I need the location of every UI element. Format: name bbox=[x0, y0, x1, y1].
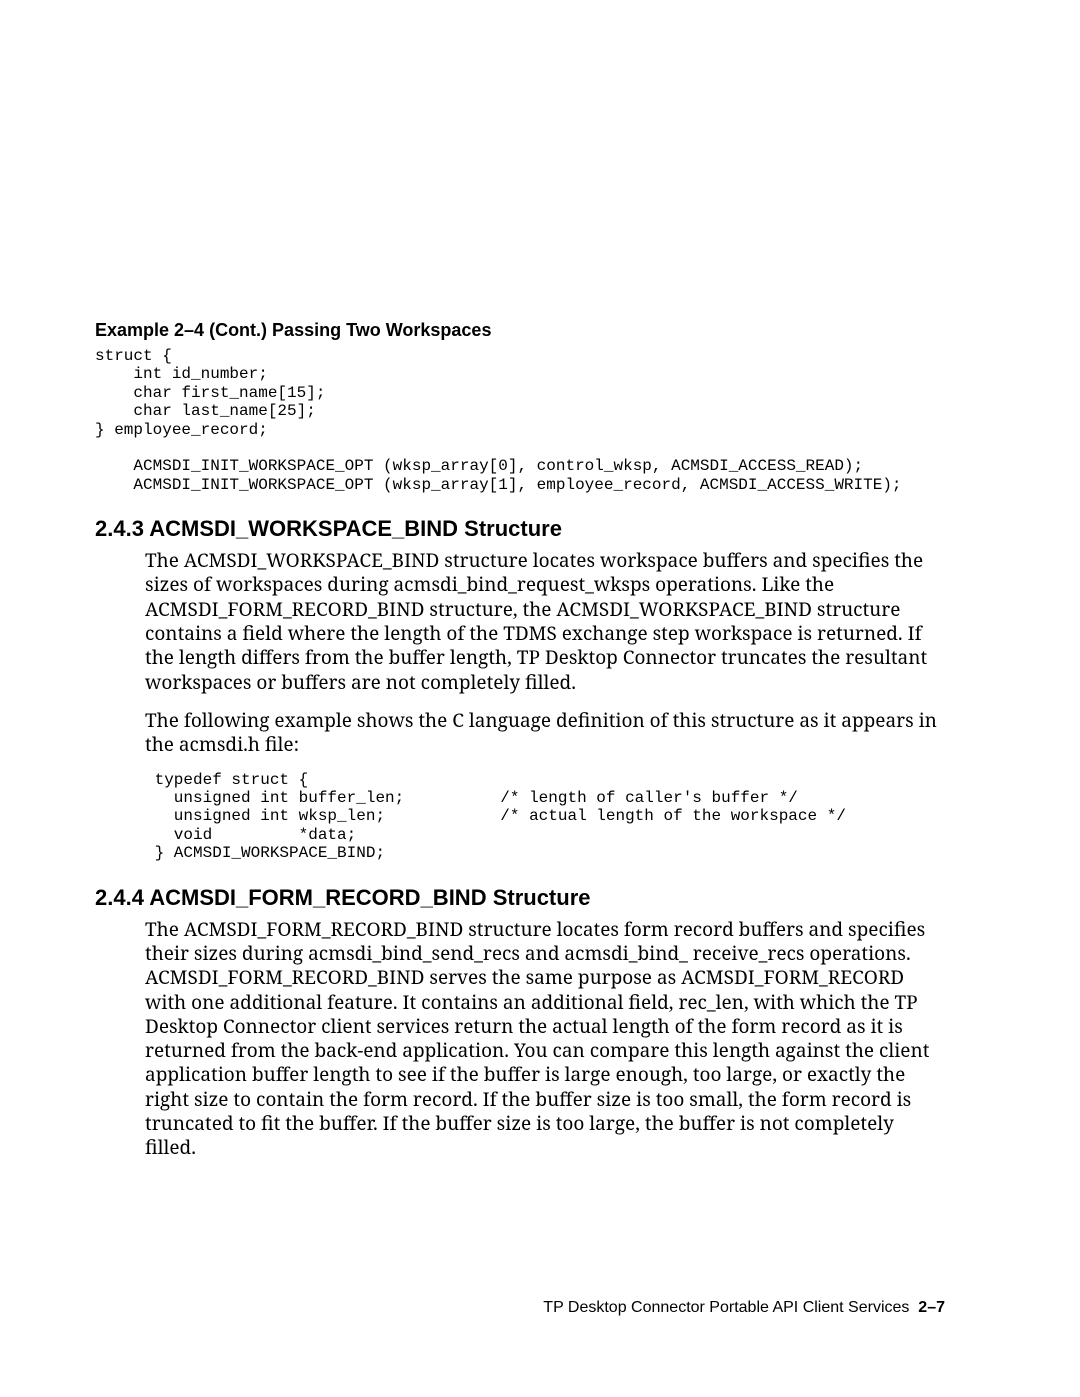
section-244-paragraph-1: The ACMSDI_FORM_RECORD_BIND structure lo… bbox=[145, 917, 945, 1160]
example-title: Example 2–4 (Cont.) Passing Two Workspac… bbox=[95, 320, 945, 341]
section-243-paragraph-2: The following example shows the C langua… bbox=[145, 708, 945, 757]
section-243-code-block: typedef struct { unsigned int buffer_len… bbox=[145, 771, 945, 863]
example-code-block: struct { int id_number; char first_name[… bbox=[95, 347, 945, 494]
document-page: Example 2–4 (Cont.) Passing Two Workspac… bbox=[0, 0, 1080, 1397]
page-footer: TP Desktop Connector Portable API Client… bbox=[543, 1299, 945, 1317]
footer-text: TP Desktop Connector Portable API Client… bbox=[543, 1299, 909, 1316]
section-heading-243: 2.4.3 ACMSDI_WORKSPACE_BIND Structure bbox=[95, 516, 945, 542]
section-243-paragraph-1: The ACMSDI_WORKSPACE_BIND structure loca… bbox=[145, 548, 945, 694]
footer-page-number: 2–7 bbox=[918, 1299, 945, 1316]
section-heading-244: 2.4.4 ACMSDI_FORM_RECORD_BIND Structure bbox=[95, 885, 945, 911]
